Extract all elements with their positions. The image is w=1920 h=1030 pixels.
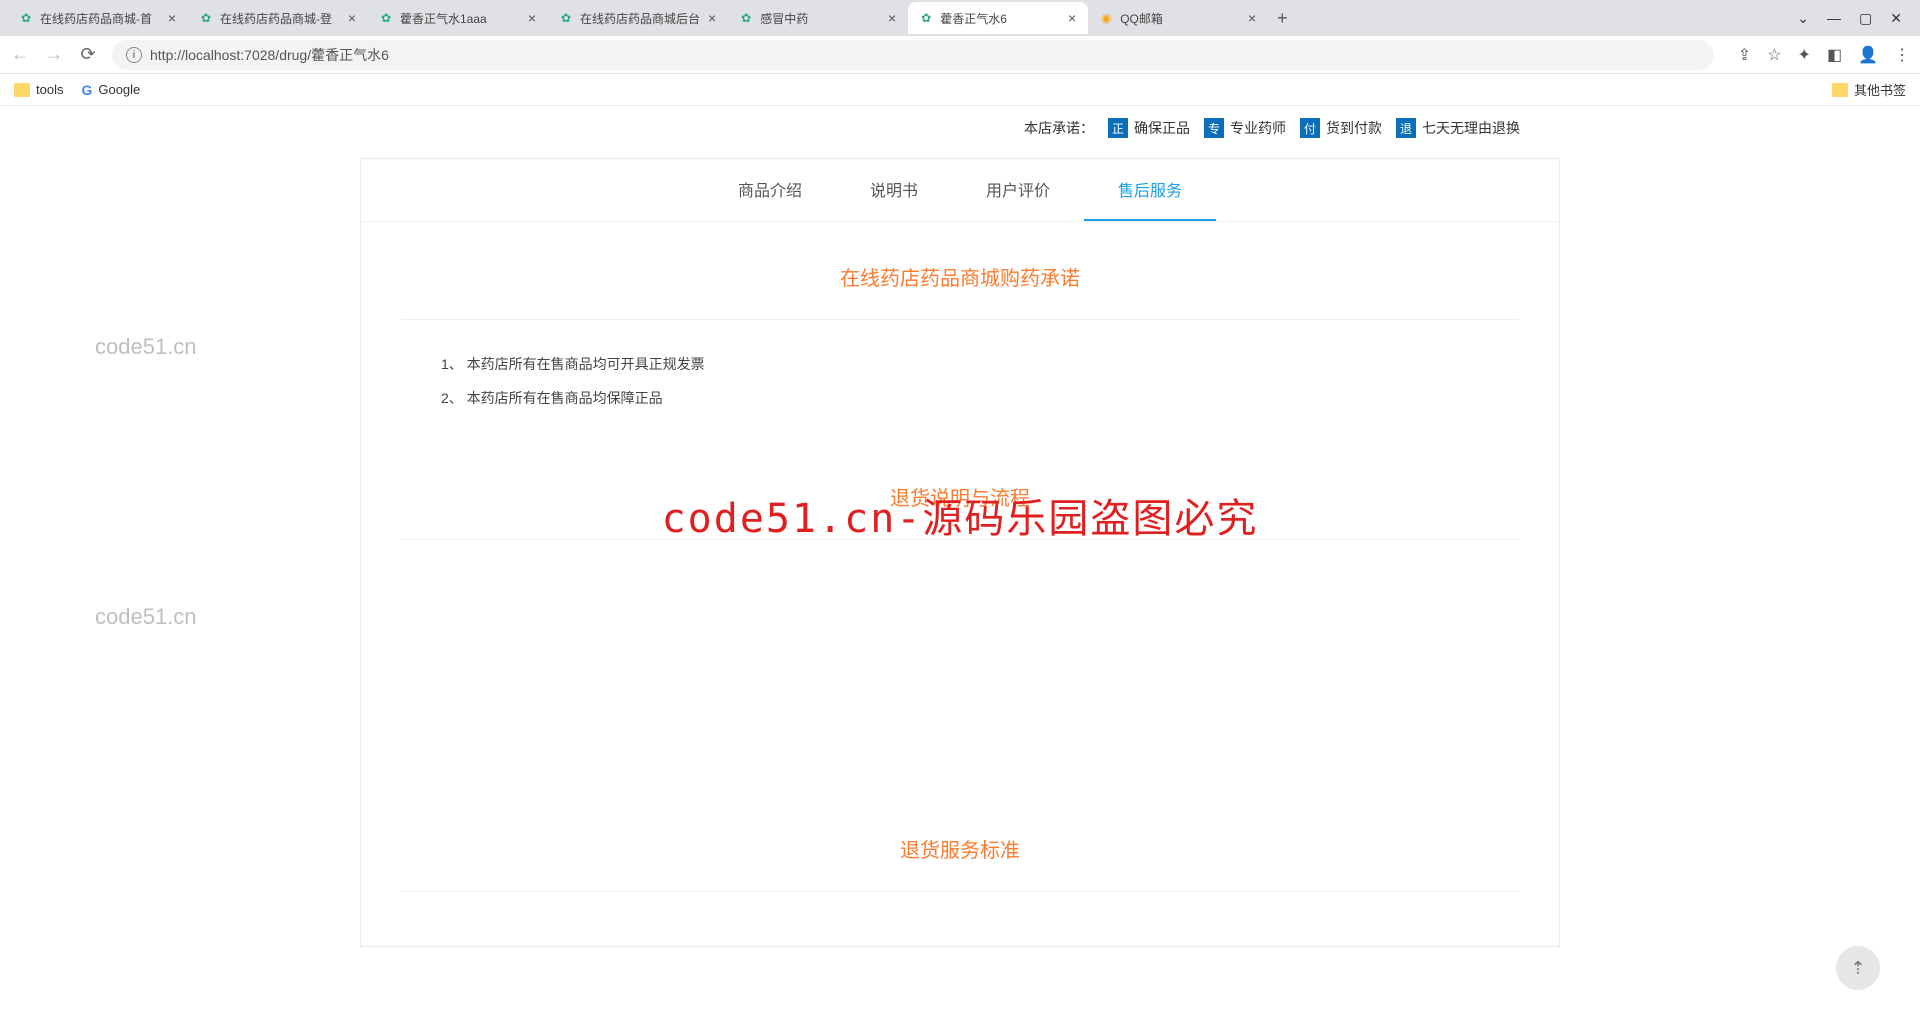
promise-text: 专业药师 <box>1230 118 1286 138</box>
tab-title: QQ邮箱 <box>1120 10 1240 27</box>
google-icon: G <box>81 82 92 98</box>
tab-dropdown-icon[interactable]: ⌄ <box>1797 10 1809 27</box>
window-controls: ⌄ — ▢ ✕ <box>1797 10 1912 27</box>
tab-instructions[interactable]: 说明书 <box>836 159 952 221</box>
browser-tab[interactable]: ✿ 在线药店药品商城后台 × <box>548 2 728 34</box>
share-icon[interactable]: ⇪ <box>1738 45 1751 65</box>
favicon-icon: ✿ <box>198 10 214 26</box>
reload-button[interactable]: ⟳ <box>78 44 98 65</box>
badge-icon: 付 <box>1300 118 1320 138</box>
close-window-button[interactable]: ✕ <box>1890 10 1902 27</box>
tab-close-icon[interactable]: × <box>886 10 898 26</box>
tab-close-icon[interactable]: × <box>526 10 538 26</box>
browser-tab[interactable]: ✿ 在线药店药品商城-登 × <box>188 2 368 34</box>
tab-close-icon[interactable]: × <box>346 10 358 26</box>
page-content: 本店承诺： 正 确保正品 专 专业药师 付 货到付款 退 七天无理由退换 商品介… <box>360 106 1560 947</box>
tab-title: 在线药店药品商城-登 <box>220 10 340 27</box>
site-info-icon[interactable]: i <box>126 47 142 63</box>
promise-item: 专 专业药师 <box>1204 118 1286 138</box>
tab-product-intro[interactable]: 商品介绍 <box>704 159 836 221</box>
section-return-standard: 退货服务标准 <box>361 794 1559 946</box>
folder-icon <box>1832 83 1848 97</box>
tab-user-reviews[interactable]: 用户评价 <box>952 159 1084 221</box>
watermark: code51.cn <box>95 604 197 630</box>
tab-title: 在线药店药品商城后台 <box>580 10 700 27</box>
favicon-icon: ◉ <box>1098 10 1114 26</box>
spacer <box>401 570 1519 770</box>
browser-tab[interactable]: ✿ 感冒中药 × <box>728 2 908 34</box>
favicon-icon: ✿ <box>18 10 34 26</box>
tab-bar: ✿ 在线药店药品商城-首 × ✿ 在线药店药品商城-登 × ✿ 藿香正气水1aa… <box>0 0 1920 36</box>
url-input[interactable]: i http://localhost:7028/drug/藿香正气水6 <box>112 40 1714 70</box>
tab-after-sale[interactable]: 售后服务 <box>1084 159 1216 221</box>
detail-tabs: 商品介绍 说明书 用户评价 售后服务 <box>361 159 1559 222</box>
section-purchase-promise: 在线药店药品商城购药承诺 1、 本药店所有在售商品均可开具正规发票 2、 本药店… <box>361 222 1559 442</box>
divider <box>401 891 1519 892</box>
bookmark-label: tools <box>36 82 63 97</box>
tab-title: 感冒中药 <box>760 10 880 27</box>
section-title: 退货说明与流程 <box>401 482 1519 511</box>
favicon-icon: ✿ <box>378 10 394 26</box>
badge-icon: 专 <box>1204 118 1224 138</box>
watermark: code51.cn <box>95 334 197 360</box>
minimize-button[interactable]: — <box>1827 10 1841 27</box>
promise-text: 确保正品 <box>1134 118 1190 138</box>
bookmarks-bar: tools G Google 其他书签 <box>0 74 1920 106</box>
promise-text: 七天无理由退换 <box>1422 118 1520 138</box>
browser-tab[interactable]: ✿ 在线药店药品商城-首 × <box>8 2 188 34</box>
section-title: 在线药店药品商城购药承诺 <box>401 262 1519 291</box>
store-promise-row: 本店承诺： 正 确保正品 专 专业药师 付 货到付款 退 七天无理由退换 <box>360 106 1560 158</box>
section-list: 1、 本药店所有在售商品均可开具正规发票 2、 本药店所有在售商品均保障正品 <box>401 350 1519 412</box>
extensions-icon[interactable]: ✦ <box>1798 45 1811 65</box>
tab-title: 藿香正气水1aaa <box>400 10 520 27</box>
favicon-icon: ✿ <box>558 10 574 26</box>
sidepanel-icon[interactable]: ◧ <box>1827 45 1842 65</box>
tab-close-icon[interactable]: × <box>1066 10 1078 26</box>
favicon-icon: ✿ <box>738 10 754 26</box>
tab-title: 在线药店药品商城-首 <box>40 10 160 27</box>
promise-text: 货到付款 <box>1326 118 1382 138</box>
divider <box>401 539 1519 540</box>
profile-icon[interactable]: 👤 <box>1858 45 1878 65</box>
tab-close-icon[interactable]: × <box>166 10 178 26</box>
url-text: http://localhost:7028/drug/藿香正气水6 <box>150 45 389 65</box>
back-to-top-button[interactable]: ⇡ <box>1836 946 1880 990</box>
badge-icon: 退 <box>1396 118 1416 138</box>
badge-icon: 正 <box>1108 118 1128 138</box>
list-item: 2、 本药店所有在售商品均保障正品 <box>441 384 1519 412</box>
browser-tab[interactable]: ◉ QQ邮箱 × <box>1088 2 1268 34</box>
promise-item: 正 确保正品 <box>1108 118 1190 138</box>
address-bar: ← → ⟳ i http://localhost:7028/drug/藿香正气水… <box>0 36 1920 74</box>
list-item: 1、 本药店所有在售商品均可开具正规发票 <box>441 350 1519 378</box>
bookmark-label: Google <box>98 82 140 97</box>
detail-content-box: 商品介绍 说明书 用户评价 售后服务 在线药店药品商城购药承诺 1、 本药店所有… <box>360 158 1560 947</box>
divider <box>401 319 1519 320</box>
forward-button[interactable]: → <box>44 44 64 65</box>
bookmark-tools[interactable]: tools <box>14 82 63 97</box>
browser-chrome: ✿ 在线药店药品商城-首 × ✿ 在线药店药品商城-登 × ✿ 藿香正气水1aa… <box>0 0 1920 106</box>
maximize-button[interactable]: ▢ <box>1859 10 1872 27</box>
menu-icon[interactable]: ⋮ <box>1894 45 1910 65</box>
folder-icon <box>14 83 30 97</box>
new-tab-button[interactable]: + <box>1268 8 1296 29</box>
page-viewport[interactable]: code51.cn code51.cn code51.cn code51.cn … <box>0 106 1920 1030</box>
arrow-up-icon: ⇡ <box>1850 958 1865 979</box>
section-return-process: 退货说明与流程 <box>361 442 1559 794</box>
browser-tab[interactable]: ✿ 藿香正气水1aaa × <box>368 2 548 34</box>
promise-label: 本店承诺： <box>1024 118 1094 138</box>
bookmark-star-icon[interactable]: ☆ <box>1767 45 1781 65</box>
bookmark-other[interactable]: 其他书签 <box>1832 80 1906 99</box>
promise-item: 退 七天无理由退换 <box>1396 118 1520 138</box>
tab-close-icon[interactable]: × <box>1246 10 1258 26</box>
promise-item: 付 货到付款 <box>1300 118 1382 138</box>
section-title: 退货服务标准 <box>401 834 1519 863</box>
browser-tab-active[interactable]: ✿ 藿香正气水6 × <box>908 2 1088 34</box>
tab-title: 藿香正气水6 <box>940 10 1060 27</box>
favicon-icon: ✿ <box>918 10 934 26</box>
bookmark-label: 其他书签 <box>1854 80 1906 99</box>
back-button[interactable]: ← <box>10 44 30 65</box>
bookmark-google[interactable]: G Google <box>81 82 140 98</box>
tab-close-icon[interactable]: × <box>706 10 718 26</box>
